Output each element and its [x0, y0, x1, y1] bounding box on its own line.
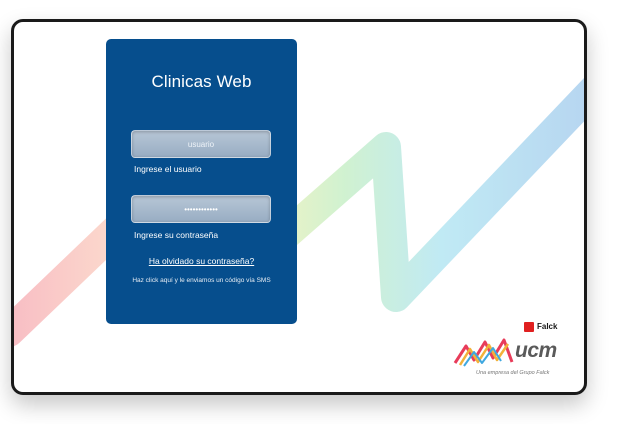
falck-icon — [524, 322, 534, 332]
username-field[interactable] — [131, 130, 271, 158]
password-field[interactable] — [131, 195, 271, 223]
password-hint: Ingrese su contraseña — [134, 230, 219, 240]
falck-label: Falck — [537, 322, 558, 331]
ucm-wave-icon — [453, 338, 514, 367]
ucm-logo: Falck ucm Una empresa del Grupo Falck — [452, 322, 572, 384]
ucm-wordmark: ucm — [515, 339, 557, 362]
app-title: Clinicas Web — [151, 72, 252, 91]
username-hint: Ingrese el usuario — [134, 164, 202, 174]
sms-code-link[interactable]: Haz click aquí y le enviamos un código v… — [130, 277, 273, 285]
login-panel: Clinicas Web Ingrese el usuario Ingrese … — [106, 39, 297, 324]
device-frame: Clinicas Web Ingrese el usuario Ingrese … — [11, 19, 587, 395]
tagline: Una empresa del Grupo Falck — [476, 370, 550, 376]
username-input[interactable] — [132, 131, 270, 157]
password-input[interactable] — [132, 196, 270, 222]
forgot-password-link[interactable]: Ha olvidado su contraseña? — [106, 256, 297, 266]
